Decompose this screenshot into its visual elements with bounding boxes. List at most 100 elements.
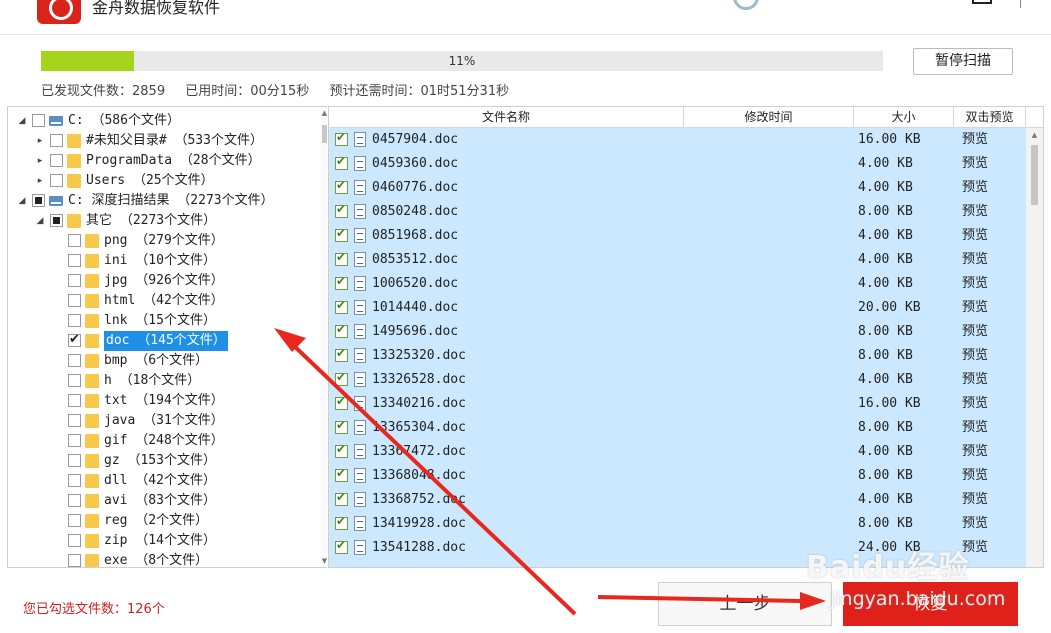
column-header[interactable]: 双击预览 — [954, 107, 1026, 128]
row-checkbox[interactable] — [335, 490, 348, 506]
row-checkbox[interactable] — [335, 274, 348, 290]
scrollbar-thumb[interactable] — [1031, 145, 1038, 205]
tree-checkbox[interactable] — [68, 374, 81, 387]
table-row[interactable]: 13340216.doc 16.00 KB 预览 — [329, 392, 1026, 416]
tree-checkbox[interactable] — [68, 314, 81, 327]
row-checkbox[interactable] — [335, 538, 348, 554]
expand-icon[interactable]: ▸ — [34, 171, 46, 191]
preview-link[interactable]: 预览 — [962, 176, 988, 200]
collapse-icon[interactable]: ◢ — [16, 191, 28, 211]
table-row[interactable]: 13368752.doc 4.00 KB 预览 — [329, 488, 1026, 512]
preview-link[interactable]: 预览 — [962, 272, 988, 296]
preview-link[interactable]: 预览 — [962, 440, 988, 464]
row-checkbox[interactable] — [335, 226, 348, 242]
column-header[interactable]: 文件名称 — [329, 107, 684, 128]
table-row[interactable]: 1014440.doc 20.00 KB 预览 — [329, 296, 1026, 320]
table-row[interactable]: 13419928.doc 8.00 KB 预览 — [329, 512, 1026, 536]
row-checkbox[interactable] — [335, 370, 348, 386]
table-row[interactable]: 1006520.doc 4.00 KB 预览 — [329, 272, 1026, 296]
preview-link[interactable]: 预览 — [962, 320, 988, 344]
tree-checkbox[interactable] — [68, 414, 81, 427]
tree-checkbox[interactable] — [32, 194, 45, 207]
scroll-down-icon[interactable]: ▼ — [321, 557, 327, 565]
row-checkbox[interactable] — [335, 298, 348, 314]
tree-checkbox[interactable] — [68, 454, 81, 467]
row-checkbox[interactable] — [335, 418, 348, 434]
minimize-icon[interactable] — [972, 0, 992, 4]
previous-step-button[interactable]: 上一步 — [658, 582, 832, 626]
tree-checkbox[interactable] — [68, 254, 81, 267]
tree-checkbox[interactable] — [68, 554, 81, 567]
tree-checkbox[interactable] — [50, 154, 63, 167]
tree-node-label: doc （145个文件） — [104, 331, 228, 351]
tree-checkbox[interactable] — [68, 394, 81, 407]
doc-file-icon — [354, 156, 366, 171]
tree-checkbox[interactable] — [68, 474, 81, 487]
tree-checkbox[interactable] — [32, 114, 45, 127]
scrollbar-thumb[interactable] — [322, 125, 327, 143]
tree-scrollbar[interactable]: ▲ ▼ — [321, 107, 327, 567]
preview-link[interactable]: 预览 — [962, 152, 988, 176]
table-row[interactable]: 13325320.doc 8.00 KB 预览 — [329, 344, 1026, 368]
preview-link[interactable]: 预览 — [962, 248, 988, 272]
preview-link[interactable]: 预览 — [962, 344, 988, 368]
row-checkbox[interactable] — [335, 130, 348, 146]
preview-link[interactable]: 预览 — [962, 392, 988, 416]
tree-checkbox[interactable] — [68, 274, 81, 287]
expand-icon[interactable]: ▸ — [34, 151, 46, 171]
tree-checkbox[interactable] — [68, 534, 81, 547]
tree-checkbox[interactable] — [68, 294, 81, 307]
pause-scan-button[interactable]: 暂停扫描 — [913, 48, 1013, 75]
table-row[interactable]: 0460776.doc 4.00 KB 预览 — [329, 176, 1026, 200]
row-checkbox[interactable] — [335, 322, 348, 338]
collapse-icon[interactable]: ◢ — [34, 211, 46, 231]
table-row[interactable]: 1495696.doc 8.00 KB 预览 — [329, 320, 1026, 344]
table-row[interactable]: 13368048.doc 8.00 KB 预览 — [329, 464, 1026, 488]
table-row[interactable]: 13365304.doc 8.00 KB 预览 — [329, 416, 1026, 440]
table-row[interactable]: 0851968.doc 4.00 KB 预览 — [329, 224, 1026, 248]
column-header[interactable]: 大小 — [854, 107, 954, 128]
tree-checkbox[interactable] — [50, 214, 63, 227]
table-row[interactable]: 13326528.doc 4.00 KB 预览 — [329, 368, 1026, 392]
account-icon[interactable] — [733, 0, 759, 10]
collapse-icon[interactable]: ◢ — [16, 111, 28, 131]
table-scrollbar[interactable]: ▲ — [1026, 128, 1043, 567]
scroll-up-icon[interactable]: ▲ — [1031, 131, 1038, 139]
row-checkbox[interactable] — [335, 202, 348, 218]
row-checkbox[interactable] — [335, 394, 348, 410]
tree-checkbox[interactable] — [68, 234, 81, 247]
row-checkbox[interactable] — [335, 178, 348, 194]
tree-checkbox[interactable] — [68, 514, 81, 527]
preview-link[interactable]: 预览 — [962, 512, 988, 536]
row-checkbox[interactable] — [335, 466, 348, 482]
scroll-up-icon[interactable]: ▲ — [321, 109, 327, 117]
tree-checkbox[interactable] — [50, 134, 63, 147]
preview-link[interactable]: 预览 — [962, 368, 988, 392]
column-header[interactable]: 修改时间 — [684, 107, 854, 128]
tree-checkbox[interactable] — [68, 494, 81, 507]
table-row[interactable]: 0457904.doc 16.00 KB 预览 — [329, 128, 1026, 152]
tree-checkbox[interactable] — [68, 434, 81, 447]
row-checkbox[interactable] — [335, 346, 348, 362]
tree-checkbox[interactable] — [68, 354, 81, 367]
remaining-time: 预计还需时间：01时51分31秒 — [329, 84, 510, 99]
table-row[interactable]: 0850248.doc 8.00 KB 预览 — [329, 200, 1026, 224]
row-checkbox[interactable] — [335, 154, 348, 170]
tree-checkbox[interactable] — [50, 174, 63, 187]
preview-link[interactable]: 预览 — [962, 224, 988, 248]
table-row[interactable]: 13367472.doc 4.00 KB 预览 — [329, 440, 1026, 464]
preview-link[interactable]: 预览 — [962, 200, 988, 224]
row-checkbox[interactable] — [335, 250, 348, 266]
preview-link[interactable]: 预览 — [962, 296, 988, 320]
preview-link[interactable]: 预览 — [962, 128, 988, 152]
close-icon[interactable] — [1020, 0, 1040, 8]
preview-link[interactable]: 预览 — [962, 464, 988, 488]
row-checkbox[interactable] — [335, 442, 348, 458]
expand-icon[interactable]: ▸ — [34, 131, 46, 151]
preview-link[interactable]: 预览 — [962, 416, 988, 440]
table-row[interactable]: 0853512.doc 4.00 KB 预览 — [329, 248, 1026, 272]
tree-checkbox[interactable] — [68, 330, 81, 350]
table-row[interactable]: 0459360.doc 4.00 KB 预览 — [329, 152, 1026, 176]
preview-link[interactable]: 预览 — [962, 488, 988, 512]
row-checkbox[interactable] — [335, 514, 348, 530]
